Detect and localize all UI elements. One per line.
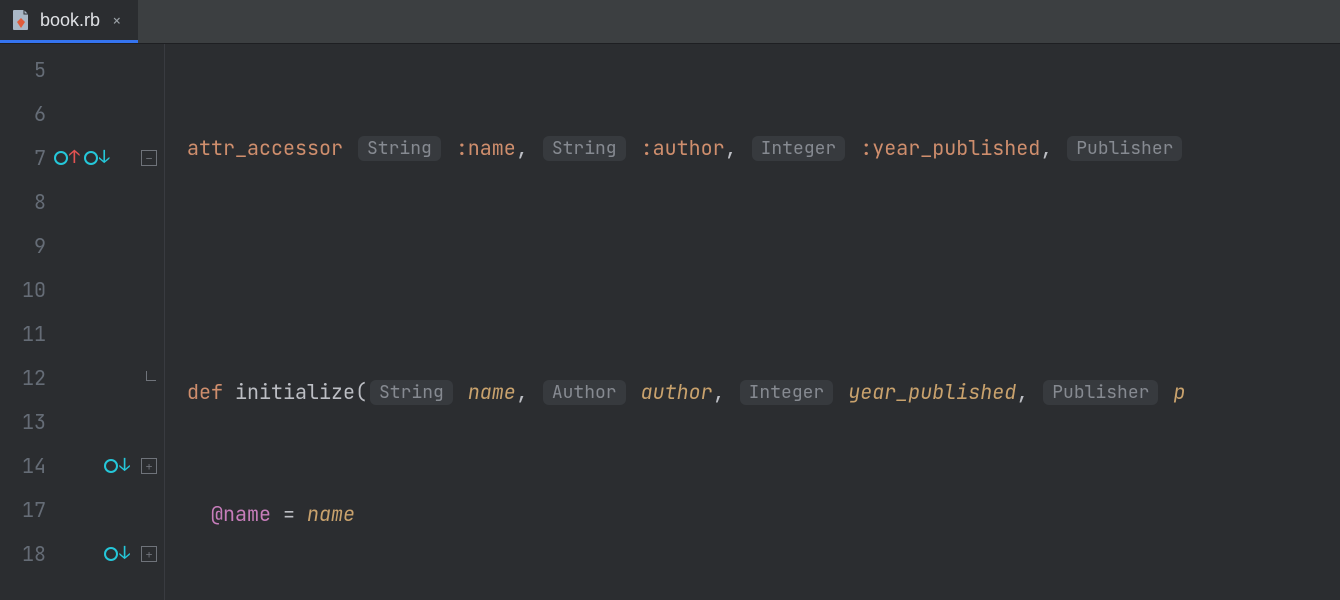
editor: 5 6 7 ↑ ↓ 8 9 10 11 12 13 14 ↓ 17 18 ↓	[0, 44, 1340, 600]
tab-bar: book.rb ×	[0, 0, 1340, 44]
close-tab-icon[interactable]: ×	[110, 8, 124, 33]
line-number: 12	[0, 365, 52, 391]
overridden-icon[interactable]: ↓	[104, 545, 130, 563]
fold-toggle-collapse-icon[interactable]	[141, 150, 157, 166]
tab-book-rb[interactable]: book.rb ×	[0, 0, 138, 43]
code-line[interactable]: @name = name	[165, 492, 1340, 536]
type-hint: Integer	[740, 380, 834, 405]
line-number: 17	[0, 497, 52, 523]
tab-label: book.rb	[40, 10, 100, 31]
type-hint: Integer	[752, 136, 846, 161]
line-number: 7	[0, 145, 52, 171]
line-number: 13	[0, 409, 52, 435]
line-number: 14	[0, 453, 52, 479]
code-line[interactable]: def initialize(String name, Author autho…	[165, 370, 1340, 414]
fold-end-icon	[146, 371, 156, 381]
type-hint: Author	[543, 380, 626, 405]
fold-toggle-expand-icon[interactable]	[141, 458, 157, 474]
line-number: 18	[0, 541, 52, 567]
code-line[interactable]: attr_accessor String :name, String :auth…	[165, 126, 1340, 170]
fold-toggle-expand-icon[interactable]	[141, 546, 157, 562]
type-hint: Publisher	[1043, 380, 1158, 405]
line-number: 8	[0, 189, 52, 215]
ruby-file-icon	[12, 9, 30, 31]
gutter: 5 6 7 ↑ ↓ 8 9 10 11 12 13 14 ↓ 17 18 ↓	[0, 44, 165, 600]
line-number: 6	[0, 101, 52, 127]
type-hint: String	[370, 380, 453, 405]
code-line[interactable]	[165, 248, 1340, 292]
line-number: 10	[0, 277, 52, 303]
line-number: 9	[0, 233, 52, 259]
overrides-icon[interactable]: ↑	[54, 149, 80, 167]
type-hint: Publisher	[1067, 136, 1182, 161]
type-hint: String	[358, 136, 441, 161]
line-number: 5	[0, 57, 52, 83]
type-hint: String	[543, 136, 626, 161]
overridden-icon[interactable]: ↓	[104, 457, 130, 475]
code-area[interactable]: attr_accessor String :name, String :auth…	[165, 44, 1340, 600]
line-number: 11	[0, 321, 52, 347]
overridden-icon[interactable]: ↓	[84, 149, 110, 167]
tab-bar-empty	[138, 0, 1340, 43]
